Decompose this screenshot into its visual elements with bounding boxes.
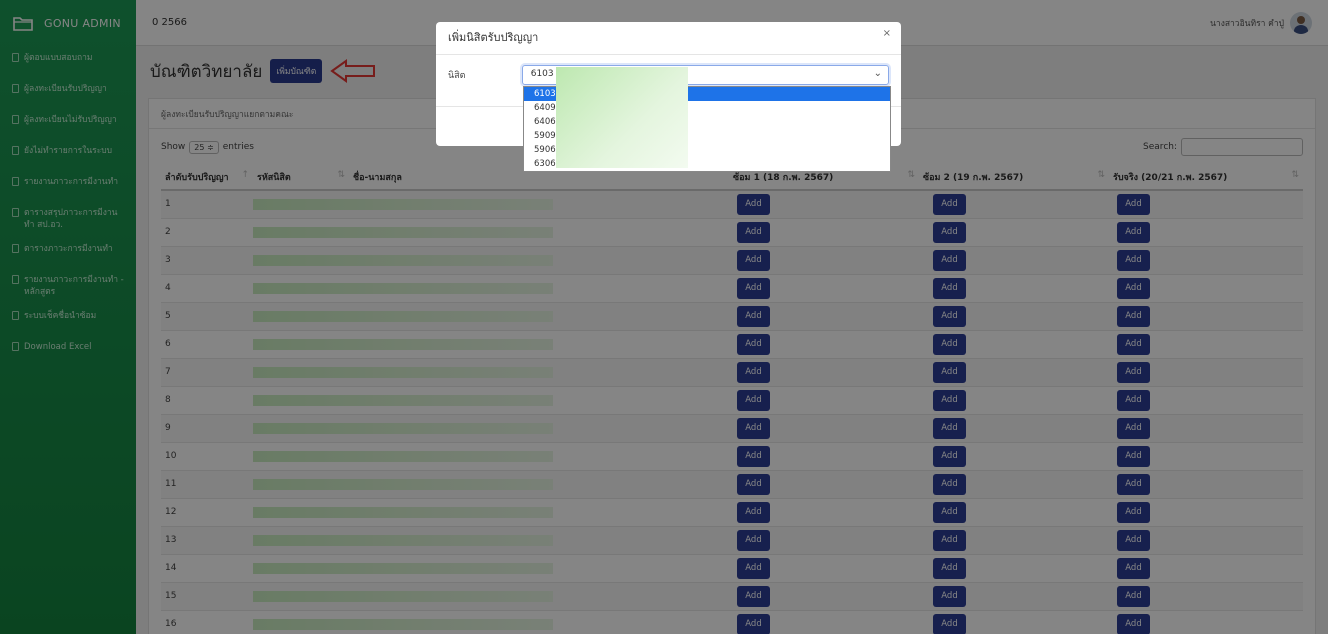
redaction-block [556,67,688,168]
modal-title: เพิ่มนิสิตรับปริญญา [448,31,539,44]
close-icon[interactable]: × [883,28,891,39]
student-field-label: นิสิต [448,71,466,81]
modal-header: เพิ่มนิสิตรับปริญญา [436,22,901,55]
student-select-value: 6103 [530,69,554,79]
chevron-down-icon: ⌄ [873,68,882,79]
